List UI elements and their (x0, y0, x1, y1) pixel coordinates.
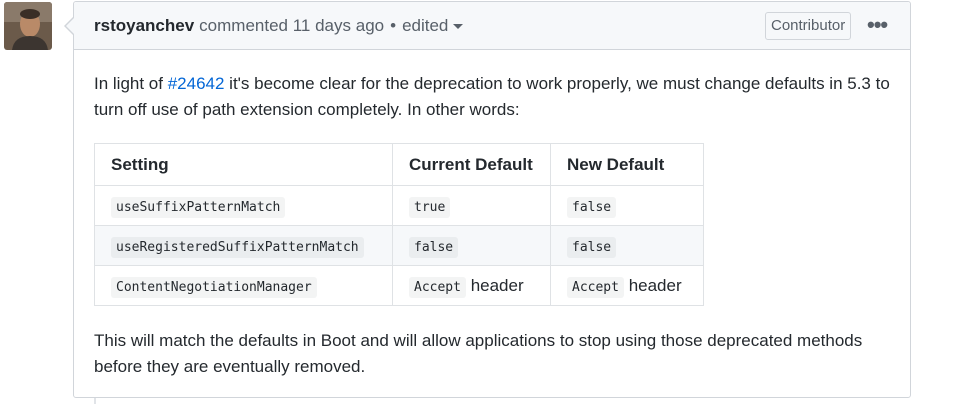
author-link[interactable]: rstoyanchev (94, 16, 194, 36)
table-row: ContentNegotiationManager Accept header … (94, 265, 704, 306)
paragraph-text: In light of (94, 74, 168, 93)
contributor-badge: Contributor (765, 12, 852, 40)
comment-box: rstoyanchev commented 11 days ago • edited… (73, 1, 911, 398)
table-cell: useSuffixPatternMatch (94, 185, 393, 226)
comment-paragraph-2: This will match the defaults in Boot and… (94, 331, 863, 376)
value-code: false (409, 236, 459, 258)
table-cell: false (550, 185, 704, 226)
caret-down-icon (453, 23, 464, 29)
settings-table: Setting Current Default New Default useS… (94, 143, 704, 306)
value-code: Accept (409, 276, 466, 298)
table-row: useSuffixPatternMatch true false (94, 185, 704, 226)
table-cell: false (550, 225, 704, 266)
edited-dropdown[interactable]: edited (402, 15, 464, 36)
column-header-new-default: New Default (550, 143, 704, 186)
setting-code: ContentNegotiationManager (111, 276, 317, 298)
table-header-row: Setting Current Default New Default (94, 143, 704, 186)
timeline-line (94, 398, 96, 404)
table-cell: useRegisteredSuffixPatternMatch (94, 225, 393, 266)
table-cell: Accept header (392, 265, 551, 306)
value-code: false (567, 196, 617, 218)
value-code: true (409, 196, 451, 218)
avatar[interactable] (4, 2, 52, 50)
issue-link[interactable]: #24642 (168, 74, 225, 93)
value-code: Accept (567, 276, 624, 298)
column-header-setting: Setting (94, 143, 393, 186)
cell-text: header (465, 275, 524, 295)
comment-paragraph-1: In light of #24642 it's become clear for… (94, 71, 894, 123)
separator: • (390, 15, 397, 35)
column-header-current-default: Current Default (392, 143, 551, 186)
comment-pointer-inner (66, 17, 75, 35)
table-cell: false (392, 225, 551, 266)
comment-header: rstoyanchev commented 11 days ago • edited… (74, 2, 910, 50)
table-cell: Accept header (550, 265, 704, 306)
comment-timestamp[interactable]: 11 days ago (293, 16, 384, 36)
table-cell: ContentNegotiationManager (94, 265, 393, 306)
setting-code: useSuffixPatternMatch (111, 196, 286, 218)
user-avatar-icon (4, 2, 52, 50)
table-row: useRegisteredSuffixPatternMatch false fa… (94, 225, 704, 266)
table-cell: true (392, 185, 551, 226)
edited-label: edited (402, 15, 449, 35)
kebab-horizontal-icon[interactable]: ••• (867, 14, 889, 38)
value-code: false (567, 236, 617, 258)
cell-text: header (623, 275, 682, 295)
comment-action: commented (199, 15, 288, 35)
setting-code: useRegisteredSuffixPatternMatch (111, 236, 364, 258)
